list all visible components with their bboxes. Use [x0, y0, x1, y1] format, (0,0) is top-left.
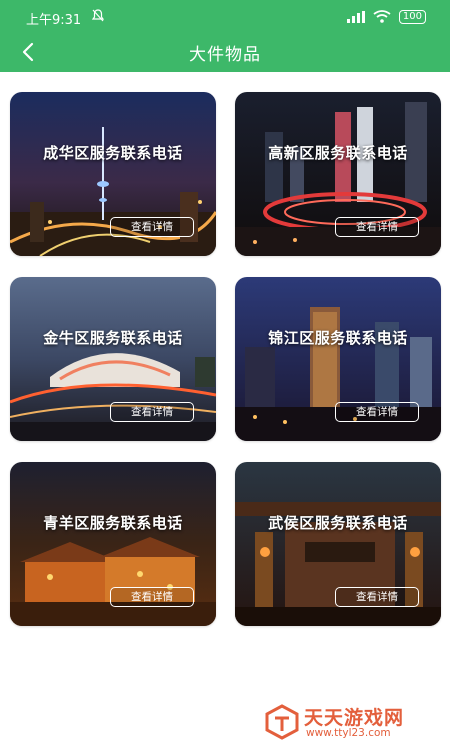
- card-title: 成华区服务联系电话: [43, 144, 183, 162]
- view-details-button[interactable]: 查看详情: [335, 217, 419, 237]
- status-indicators: 100: [346, 8, 426, 27]
- card-title: 高新区服务联系电话: [268, 144, 408, 162]
- card-gaoxin[interactable]: 高新区服务联系电话 查看详情: [235, 92, 441, 256]
- signal-icon: [346, 8, 365, 27]
- status-bar: 上午9:31 100: [0, 0, 450, 34]
- card-title: 武侯区服务联系电话: [268, 514, 408, 532]
- view-details-button[interactable]: 查看详情: [335, 587, 419, 607]
- view-details-button[interactable]: 查看详情: [110, 587, 194, 607]
- watermark-logo-icon: [265, 704, 299, 740]
- wifi-icon: [373, 8, 391, 27]
- watermark-name: 天天游戏网: [304, 707, 405, 729]
- app-bar: 大件物品: [0, 34, 450, 72]
- watermark: 天天游戏网 www.ttyl23.com: [262, 700, 442, 744]
- card-jinjiang[interactable]: 锦江区服务联系电话 查看详情: [235, 277, 441, 441]
- watermark-url: www.ttyl23.com: [306, 727, 391, 739]
- card-title: 锦江区服务联系电话: [268, 329, 408, 347]
- view-details-button[interactable]: 查看详情: [335, 402, 419, 422]
- card-jinniu[interactable]: 金牛区服务联系电话 查看详情: [10, 277, 216, 441]
- view-details-button[interactable]: 查看详情: [110, 402, 194, 422]
- card-title: 青羊区服务联系电话: [43, 514, 183, 532]
- view-details-button[interactable]: 查看详情: [110, 217, 194, 237]
- alarm-off-icon: [91, 9, 105, 25]
- card-chenghua[interactable]: 成华区服务联系电话 查看详情: [10, 92, 216, 256]
- card-wuhou[interactable]: 武侯区服务联系电话 查看详情: [235, 462, 441, 626]
- status-time: 上午9:31: [26, 13, 82, 28]
- battery-indicator: 100: [398, 10, 426, 24]
- card-title: 金牛区服务联系电话: [43, 329, 183, 347]
- card-qingyang[interactable]: 青羊区服务联系电话 查看详情: [10, 462, 216, 626]
- page-title: 大件物品: [189, 45, 261, 65]
